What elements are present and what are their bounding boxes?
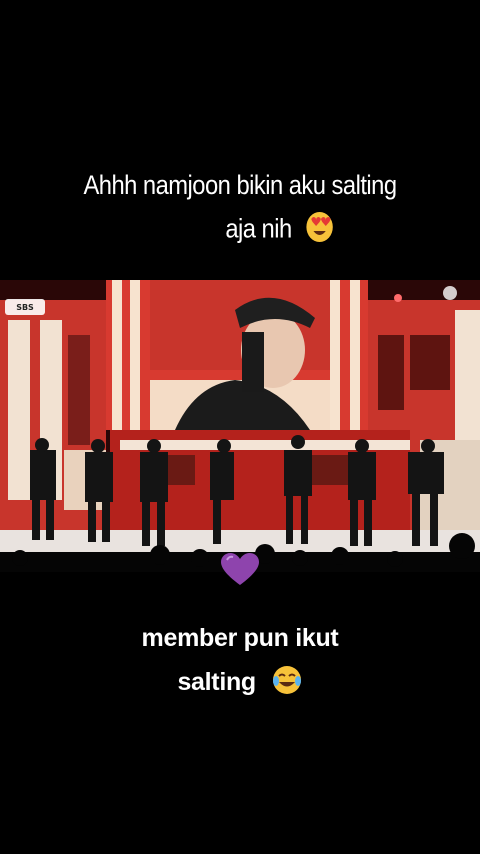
top-caption-text-1: Ahhh namjoon bikin aku salting [83,170,397,200]
bottom-caption-text-2: salting [177,668,256,697]
stage-scene [0,280,480,572]
tears-of-joy-emoji-icon [271,664,303,703]
broadcaster-logo: SBS [5,299,45,315]
heart-eyes-emoji-icon [305,210,335,251]
bottom-caption-line-1: member pun ikut [0,624,480,653]
purple-heart-icon [221,553,259,585]
top-caption-line-2: aja nih [69,210,480,251]
video-frame[interactable]: SBS [0,280,480,572]
top-caption-line-1: Ahhh namjoon bikin aku salting [29,170,451,201]
top-caption-text-2: aja nih [225,213,292,244]
bottom-caption-line-2: salting [0,664,480,703]
bottom-caption-text-1: member pun ikut [141,624,339,652]
